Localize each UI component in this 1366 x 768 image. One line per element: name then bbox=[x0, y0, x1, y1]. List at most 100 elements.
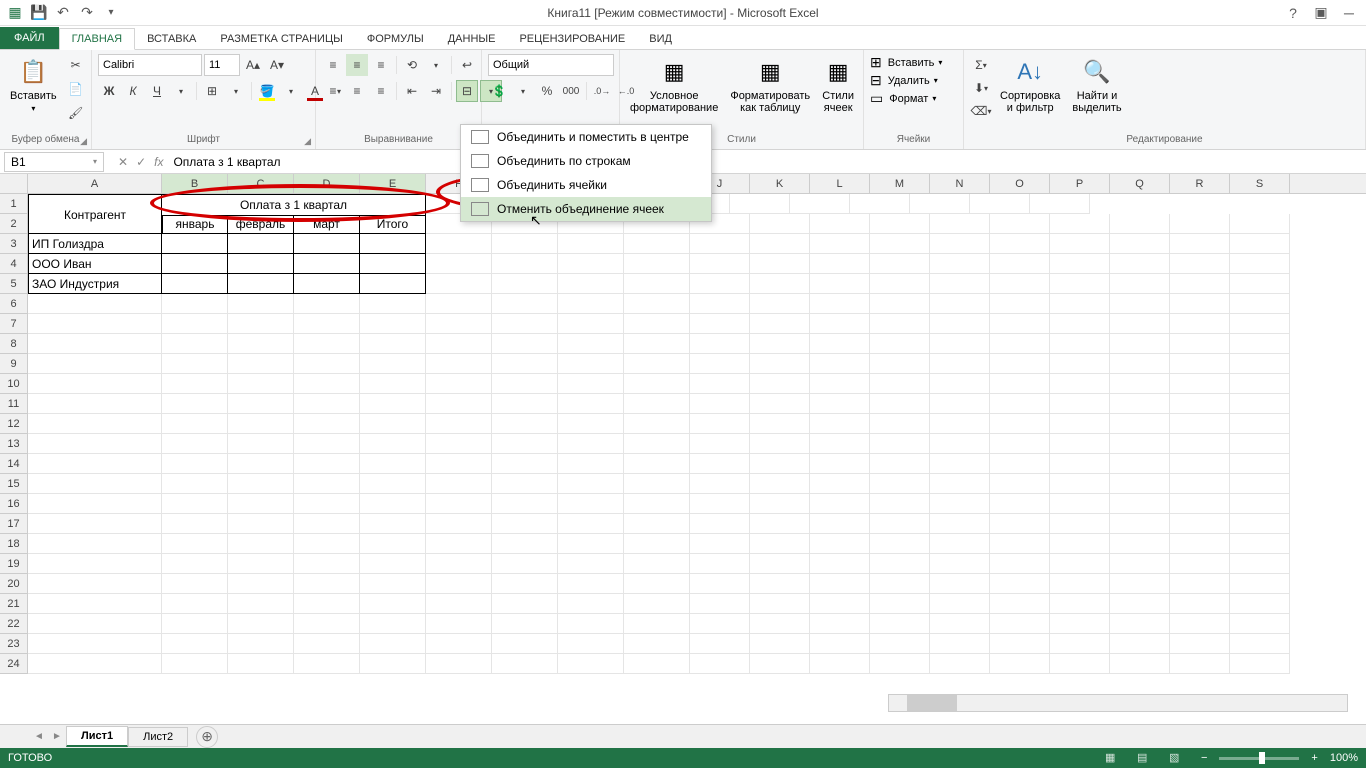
format-cells-button[interactable]: Формат bbox=[885, 93, 928, 105]
cell-S13[interactable] bbox=[1230, 434, 1290, 454]
cancel-formula-button[interactable]: ✕ bbox=[118, 155, 128, 169]
sort-filter-button[interactable]: A↓ Сортировка и фильтр bbox=[996, 54, 1064, 116]
cell-J24[interactable] bbox=[690, 654, 750, 674]
qat-customize-icon[interactable]: ▾ bbox=[102, 4, 120, 22]
cell-D4[interactable] bbox=[294, 254, 360, 274]
wrap-text-button[interactable]: ↩ bbox=[456, 54, 478, 76]
cell-G24[interactable] bbox=[492, 654, 558, 674]
cell-D22[interactable] bbox=[294, 614, 360, 634]
cut-button[interactable]: ✂ bbox=[65, 54, 87, 76]
cell-S5[interactable] bbox=[1230, 274, 1290, 294]
cell-F12[interactable] bbox=[426, 414, 492, 434]
cell-M19[interactable] bbox=[870, 554, 930, 574]
merge-center-item[interactable]: Объединить и поместить в центре bbox=[461, 125, 711, 149]
cell-O16[interactable] bbox=[990, 494, 1050, 514]
cell-R15[interactable] bbox=[1170, 474, 1230, 494]
cell-J17[interactable] bbox=[690, 514, 750, 534]
italic-button[interactable]: К bbox=[122, 80, 144, 102]
cell-K15[interactable] bbox=[750, 474, 810, 494]
row-header-8[interactable]: 8 bbox=[0, 334, 28, 354]
align-top-button[interactable]: ≡ bbox=[322, 54, 344, 76]
tab-data[interactable]: ДАННЫЕ bbox=[436, 29, 508, 49]
cell-P22[interactable] bbox=[1050, 614, 1110, 634]
cell-F11[interactable] bbox=[426, 394, 492, 414]
column-header-D[interactable]: D bbox=[294, 174, 360, 193]
orientation-dropdown-icon[interactable]: ▾ bbox=[425, 54, 447, 76]
cell-P11[interactable] bbox=[1050, 394, 1110, 414]
cell-B22[interactable] bbox=[162, 614, 228, 634]
cell-H13[interactable] bbox=[558, 434, 624, 454]
cell-E15[interactable] bbox=[360, 474, 426, 494]
cell-Q14[interactable] bbox=[1110, 454, 1170, 474]
cell-P6[interactable] bbox=[1050, 294, 1110, 314]
cell-J12[interactable] bbox=[690, 414, 750, 434]
cell-R9[interactable] bbox=[1170, 354, 1230, 374]
row-header-2[interactable]: 2 bbox=[0, 214, 28, 234]
cell-M23[interactable] bbox=[870, 634, 930, 654]
cell-J22[interactable] bbox=[690, 614, 750, 634]
cell-A3[interactable]: ИП Голиздра bbox=[28, 234, 162, 254]
cell-N6[interactable] bbox=[930, 294, 990, 314]
unmerge-cells-item[interactable]: Отменить объединение ячеек bbox=[461, 197, 711, 221]
increase-font-button[interactable]: A▴ bbox=[242, 54, 264, 76]
cell-D2[interactable]: март bbox=[294, 214, 360, 234]
cell-J9[interactable] bbox=[690, 354, 750, 374]
cell-P14[interactable] bbox=[1050, 454, 1110, 474]
cell-B17[interactable] bbox=[162, 514, 228, 534]
cell-I17[interactable] bbox=[624, 514, 690, 534]
cell-C24[interactable] bbox=[228, 654, 294, 674]
cell-Q18[interactable] bbox=[1110, 534, 1170, 554]
cell-J10[interactable] bbox=[690, 374, 750, 394]
cell-O17[interactable] bbox=[990, 514, 1050, 534]
delete-cells-button[interactable]: Удалить bbox=[884, 75, 930, 87]
cell-I18[interactable] bbox=[624, 534, 690, 554]
cell-R19[interactable] bbox=[1170, 554, 1230, 574]
cell-O21[interactable] bbox=[990, 594, 1050, 614]
cell-E13[interactable] bbox=[360, 434, 426, 454]
page-layout-view-button[interactable]: ▤ bbox=[1137, 751, 1157, 765]
cell-N14[interactable] bbox=[930, 454, 990, 474]
cell-J23[interactable] bbox=[690, 634, 750, 654]
cell-C23[interactable] bbox=[228, 634, 294, 654]
cell-R6[interactable] bbox=[1170, 294, 1230, 314]
cell-H15[interactable] bbox=[558, 474, 624, 494]
cell-P24[interactable] bbox=[1050, 654, 1110, 674]
cell-H6[interactable] bbox=[558, 294, 624, 314]
cell-G11[interactable] bbox=[492, 394, 558, 414]
cell-R23[interactable] bbox=[1170, 634, 1230, 654]
tab-file[interactable]: ФАЙЛ bbox=[0, 27, 59, 49]
cell-N21[interactable] bbox=[930, 594, 990, 614]
zoom-slider[interactable] bbox=[1219, 757, 1299, 760]
sheet-nav-next[interactable]: ► bbox=[48, 731, 66, 742]
cell-O12[interactable] bbox=[990, 414, 1050, 434]
row-header-7[interactable]: 7 bbox=[0, 314, 28, 334]
help-icon[interactable]: ? bbox=[1284, 4, 1302, 22]
cell-B24[interactable] bbox=[162, 654, 228, 674]
cell-C14[interactable] bbox=[228, 454, 294, 474]
cell-E18[interactable] bbox=[360, 534, 426, 554]
cell-K14[interactable] bbox=[750, 454, 810, 474]
sheet-tab-2[interactable]: Лист2 bbox=[128, 727, 188, 747]
cell-L3[interactable] bbox=[810, 234, 870, 254]
row-header-21[interactable]: 21 bbox=[0, 594, 28, 614]
cell-Q12[interactable] bbox=[1110, 414, 1170, 434]
cell-S16[interactable] bbox=[1230, 494, 1290, 514]
row-header-13[interactable]: 13 bbox=[0, 434, 28, 454]
cell-A1[interactable]: Контрагент bbox=[28, 194, 162, 234]
cell-P1[interactable] bbox=[850, 194, 910, 214]
cell-J20[interactable] bbox=[690, 574, 750, 594]
cell-L21[interactable] bbox=[810, 594, 870, 614]
cell-D11[interactable] bbox=[294, 394, 360, 414]
cell-L7[interactable] bbox=[810, 314, 870, 334]
cell-S3[interactable] bbox=[1230, 234, 1290, 254]
cell-G14[interactable] bbox=[492, 454, 558, 474]
align-bottom-button[interactable]: ≡ bbox=[370, 54, 392, 76]
cell-C15[interactable] bbox=[228, 474, 294, 494]
cell-A18[interactable] bbox=[28, 534, 162, 554]
cell-I16[interactable] bbox=[624, 494, 690, 514]
column-header-C[interactable]: C bbox=[228, 174, 294, 193]
cell-O2[interactable] bbox=[990, 214, 1050, 234]
cell-G12[interactable] bbox=[492, 414, 558, 434]
cell-Q13[interactable] bbox=[1110, 434, 1170, 454]
cell-O23[interactable] bbox=[990, 634, 1050, 654]
